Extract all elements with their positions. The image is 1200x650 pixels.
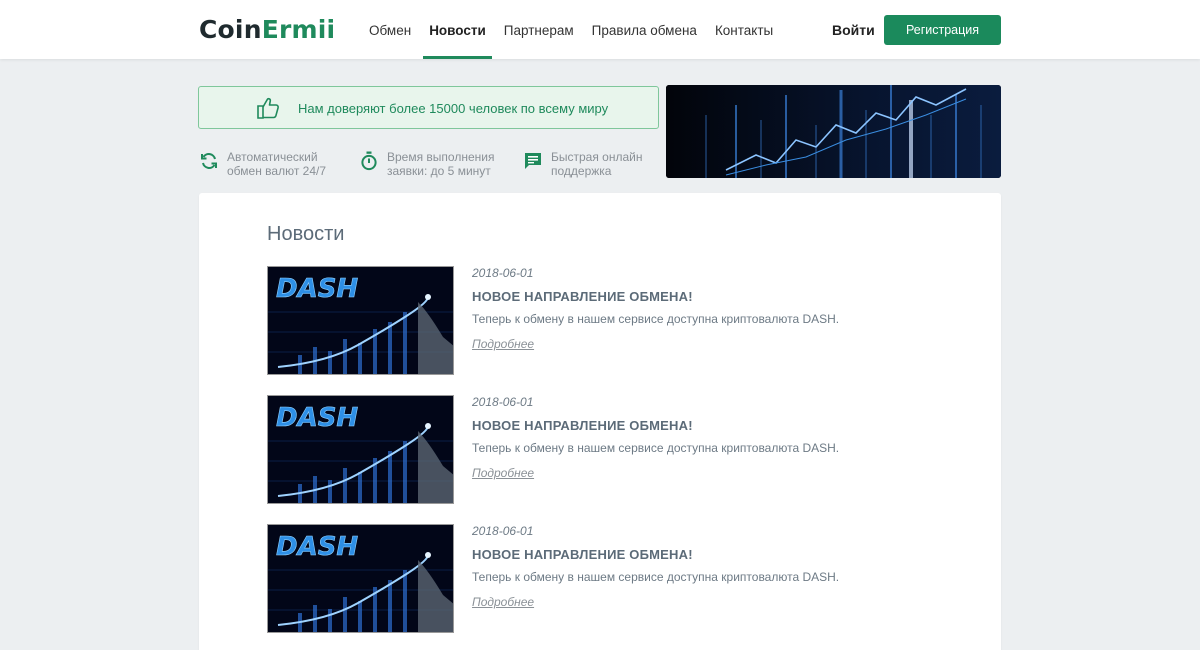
feature-line: Автоматический bbox=[227, 150, 318, 164]
news-item: DASH 2018-06-01 НОВОЕ НАПРАВЛЕНИЕ ОБМЕНА… bbox=[267, 395, 967, 505]
dash-logo-text: DASH bbox=[276, 274, 358, 304]
stopwatch-icon bbox=[361, 151, 377, 171]
feature-processing-time-text: Время выполнения заявки: до 5 минут bbox=[387, 150, 494, 178]
logo-coin: Coin bbox=[199, 15, 262, 44]
logo-ermii: Ermii bbox=[261, 15, 336, 44]
register-button[interactable]: Регистрация bbox=[884, 15, 1001, 45]
news-headline[interactable]: НОВОЕ НАПРАВЛЕНИЕ ОБМЕНА! bbox=[472, 289, 693, 304]
news-thumbnail[interactable]: DASH bbox=[267, 524, 454, 633]
feature-support-text: Быстрая онлайн поддержка bbox=[551, 150, 642, 178]
feature-line: Время выполнения bbox=[387, 150, 495, 164]
dash-logo-text: DASH bbox=[276, 403, 358, 433]
login-link[interactable]: Войти bbox=[832, 22, 875, 38]
feature-line: заявки: до 5 минут bbox=[387, 164, 491, 178]
news-date: 2018-06-01 bbox=[472, 266, 534, 280]
refresh-icon bbox=[201, 153, 217, 169]
feature-line: Быстрая онлайн bbox=[551, 150, 643, 164]
news-description: Теперь к обмену в нашем сервисе доступна… bbox=[472, 570, 840, 584]
news-item: DASH 2018-06-01 НОВОЕ НАПРАВЛЕНИЕ ОБМЕНА… bbox=[267, 266, 967, 376]
dash-chart-image: DASH bbox=[268, 396, 453, 503]
nav-item-exchange[interactable]: Обмен bbox=[360, 0, 420, 59]
trust-banner: Нам доверяют более 15000 человек по всем… bbox=[198, 86, 659, 129]
news-headline[interactable]: НОВОЕ НАПРАВЛЕНИЕ ОБМЕНА! bbox=[472, 418, 693, 433]
dash-logo-text: DASH bbox=[276, 532, 358, 562]
news-card: Новости DASH 2018-06-01 НОВОЕ НАПРАВЛЕНИ bbox=[199, 193, 1001, 650]
feature-support: Быстрая онлайн поддержка bbox=[523, 150, 642, 178]
thumbs-up-icon bbox=[257, 97, 279, 119]
feature-auto-exchange: Автоматический обмен валют 24/7 bbox=[199, 150, 326, 178]
news-description: Теперь к обмену в нашем сервисе доступна… bbox=[472, 441, 840, 455]
news-date: 2018-06-01 bbox=[472, 524, 534, 538]
market-chart-banner bbox=[666, 85, 1001, 178]
feature-processing-time: Время выполнения заявки: до 5 минут bbox=[359, 150, 494, 178]
feature-line: поддержка bbox=[551, 164, 612, 178]
news-thumbnail[interactable]: DASH bbox=[267, 266, 454, 375]
news-description: Теперь к обмену в нашем сервисе доступна… bbox=[472, 312, 840, 326]
read-more-link[interactable]: Подробнее bbox=[472, 466, 534, 480]
nav-item-rules[interactable]: Правила обмена bbox=[583, 0, 706, 59]
news-date: 2018-06-01 bbox=[472, 395, 534, 409]
chat-icon bbox=[525, 153, 541, 169]
page-title: Новости bbox=[267, 223, 345, 245]
news-item: DASH 2018-06-01 НОВОЕ НАПРАВЛЕНИЕ ОБМЕНА… bbox=[267, 524, 967, 634]
feature-line: обмен валют 24/7 bbox=[227, 164, 327, 178]
market-chart-graphic bbox=[666, 85, 1001, 178]
news-thumbnail[interactable]: DASH bbox=[267, 395, 454, 504]
nav-item-partners[interactable]: Партнерам bbox=[495, 0, 583, 59]
trust-banner-text: Нам доверяют более 15000 человек по всем… bbox=[298, 101, 609, 116]
logo[interactable]: CoinErmii bbox=[199, 15, 335, 44]
nav-item-contacts[interactable]: Контакты bbox=[706, 0, 782, 59]
feature-auto-exchange-text: Автоматический обмен валют 24/7 bbox=[227, 150, 326, 178]
dash-chart-image: DASH bbox=[268, 267, 453, 374]
nav-item-news[interactable]: Новости bbox=[420, 0, 495, 59]
dash-chart-image: DASH bbox=[268, 525, 453, 632]
main-nav: Обмен Новости Партнерам Правила обмена К… bbox=[360, 0, 782, 59]
site-header: CoinErmii Обмен Новости Партнерам Правил… bbox=[0, 0, 1200, 59]
read-more-link[interactable]: Подробнее bbox=[472, 337, 534, 351]
news-headline[interactable]: НОВОЕ НАПРАВЛЕНИЕ ОБМЕНА! bbox=[472, 547, 693, 562]
read-more-link[interactable]: Подробнее bbox=[472, 595, 534, 609]
